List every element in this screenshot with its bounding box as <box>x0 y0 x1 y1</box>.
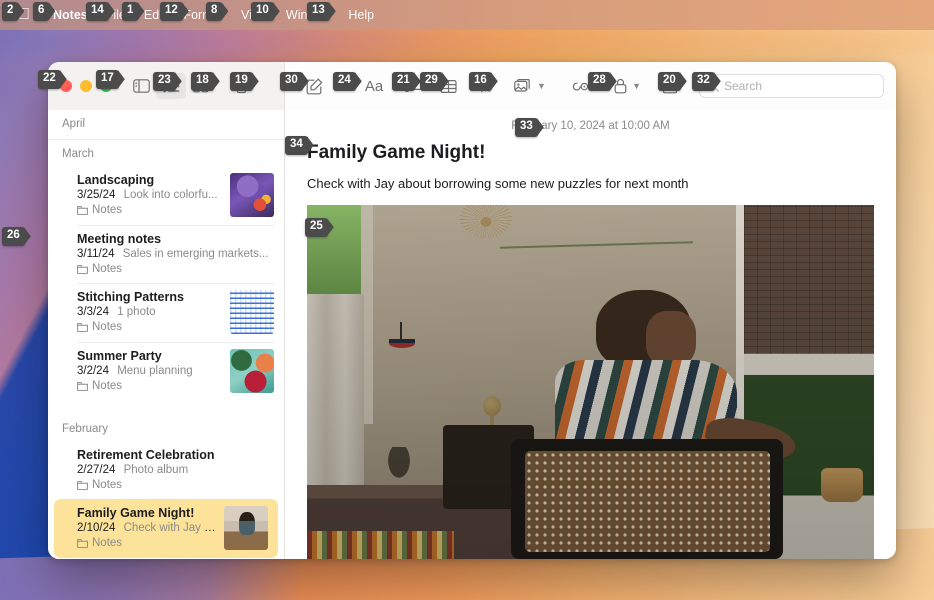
note-date: 3/25/24 <box>77 189 116 201</box>
note-thumbnail <box>230 173 274 217</box>
note-title: Meeting notes <box>77 232 162 246</box>
folder-icon <box>77 205 88 215</box>
list-item[interactable]: Summer Party 3/2/24 Menu planning Notes <box>48 342 284 401</box>
note-folder-label: Notes <box>92 380 123 392</box>
month-header-february: February <box>62 423 109 435</box>
note-preview: Sales in emerging markets... <box>122 248 269 260</box>
badge-note-photo: 25 <box>305 218 328 237</box>
list-item[interactable]: Landscaping 3/25/24 Look into colorfu...… <box>48 166 284 225</box>
note-date: 3/11/24 <box>77 248 115 260</box>
badge-format-text: 24 <box>333 72 356 91</box>
month-header-march: March <box>62 148 94 160</box>
badge-menu-format: 12 <box>160 2 183 21</box>
minimize-button[interactable] <box>80 80 92 92</box>
menu-item-help[interactable]: Help <box>339 6 383 24</box>
sidebar-toggle-icon[interactable] <box>126 73 156 99</box>
badge-share: 20 <box>658 72 681 91</box>
note-photo[interactable] <box>307 205 874 559</box>
media-chevron-down-icon[interactable]: ▼ <box>537 81 546 91</box>
month-header-april: April <box>48 110 284 140</box>
note-title: Summer Party <box>77 349 162 363</box>
badge-menu-help: 13 <box>307 2 330 21</box>
folder-icon <box>77 264 88 274</box>
list-item[interactable]: Retirement Celebration 2/27/24 Photo alb… <box>48 441 284 499</box>
folder-icon <box>77 480 88 490</box>
note-folder-label: Notes <box>92 479 123 491</box>
list-item[interactable]: Stitching Patterns 3/3/24 1 photo Notes <box>48 283 284 342</box>
note-title: Landscaping <box>77 173 155 187</box>
note-folder-label: Notes <box>92 204 123 216</box>
note-date: 3/3/24 <box>77 306 109 318</box>
folder-icon <box>77 322 88 332</box>
badge-desktop: 26 <box>2 227 25 246</box>
note-preview: Look into colorfu... <box>123 189 218 201</box>
badge-menu-window: 10 <box>251 2 274 21</box>
list-item[interactable]: Meeting notes 3/11/24 Sales in emerging … <box>48 225 284 283</box>
note-preview: 1 photo <box>117 306 156 318</box>
photo-overlay <box>307 205 874 559</box>
badge-compose-note: 30 <box>280 72 303 91</box>
note-folder-label: Notes <box>92 321 123 333</box>
badge-link: 16 <box>469 72 492 91</box>
notes-window: Aa ▼ ▼ Search April March Landscaping 3/… <box>48 62 896 559</box>
folder-icon <box>77 538 88 548</box>
badge-note-title: 34 <box>285 136 308 155</box>
note-body[interactable]: Check with Jay about borrowing some new … <box>285 164 896 191</box>
search-field[interactable]: Search <box>699 74 884 98</box>
note-content-pane[interactable]: February 10, 2024 at 10:00 AM Family Gam… <box>285 110 896 559</box>
badge-close-button: 22 <box>38 70 61 89</box>
badge-collaborate: 28 <box>588 72 611 91</box>
badge-delete-note: 19 <box>230 72 253 91</box>
badge-menu-notes: 6 <box>33 2 50 21</box>
note-date: 2/10/24 <box>77 522 116 534</box>
note-title: Stitching Patterns <box>77 290 184 304</box>
page-title: Family Game Night! <box>307 142 486 163</box>
badge-gallery-view: 18 <box>191 72 214 91</box>
folder-icon <box>77 381 88 391</box>
notes-list-sidebar[interactable]: April March Landscaping 3/25/24 Look int… <box>48 110 285 559</box>
search-placeholder: Search <box>724 79 763 93</box>
media-icon[interactable] <box>511 73 535 99</box>
window-body: April March Landscaping 3/25/24 Look int… <box>48 110 896 559</box>
note-preview: Check with Jay a... <box>123 522 218 534</box>
note-preview: Photo album <box>123 464 189 476</box>
badge-menu-view: 8 <box>206 2 223 21</box>
note-title: Family Game Night! <box>77 506 195 520</box>
badge-checklist: 21 <box>392 72 415 91</box>
badge-search-field: 32 <box>692 72 715 91</box>
lock-chevron-down-icon[interactable]: ▼ <box>632 81 641 91</box>
badge-list-view: 23 <box>153 72 176 91</box>
note-thumbnail <box>224 506 268 550</box>
format-text-icon[interactable]: Aa <box>357 73 391 99</box>
note-title: Retirement Celebration <box>77 448 215 462</box>
wallpaper-top-glow <box>0 30 934 52</box>
badge-zoom-button: 17 <box>96 70 119 89</box>
list-item-selected[interactable]: Family Game Night! 2/10/24 Check with Ja… <box>54 499 278 558</box>
note-preview: Menu planning <box>117 365 193 377</box>
note-timestamp: February 10, 2024 at 10:00 AM <box>511 120 670 132</box>
badge-apple-menu: 2 <box>2 2 19 21</box>
badge-table: 29 <box>420 72 443 91</box>
note-date: 3/2/24 <box>77 365 109 377</box>
format-glyph: Aa <box>364 77 384 95</box>
badge-note-timestamp: 33 <box>515 118 538 137</box>
note-thumbnail <box>230 349 274 393</box>
note-folder-label: Notes <box>92 537 123 549</box>
note-folder-label: Notes <box>92 263 123 275</box>
badge-menu-edit: 1 <box>122 2 139 21</box>
note-date: 2/27/24 <box>77 464 116 476</box>
note-thumbnail <box>230 290 274 334</box>
badge-menu-file: 14 <box>86 2 109 21</box>
